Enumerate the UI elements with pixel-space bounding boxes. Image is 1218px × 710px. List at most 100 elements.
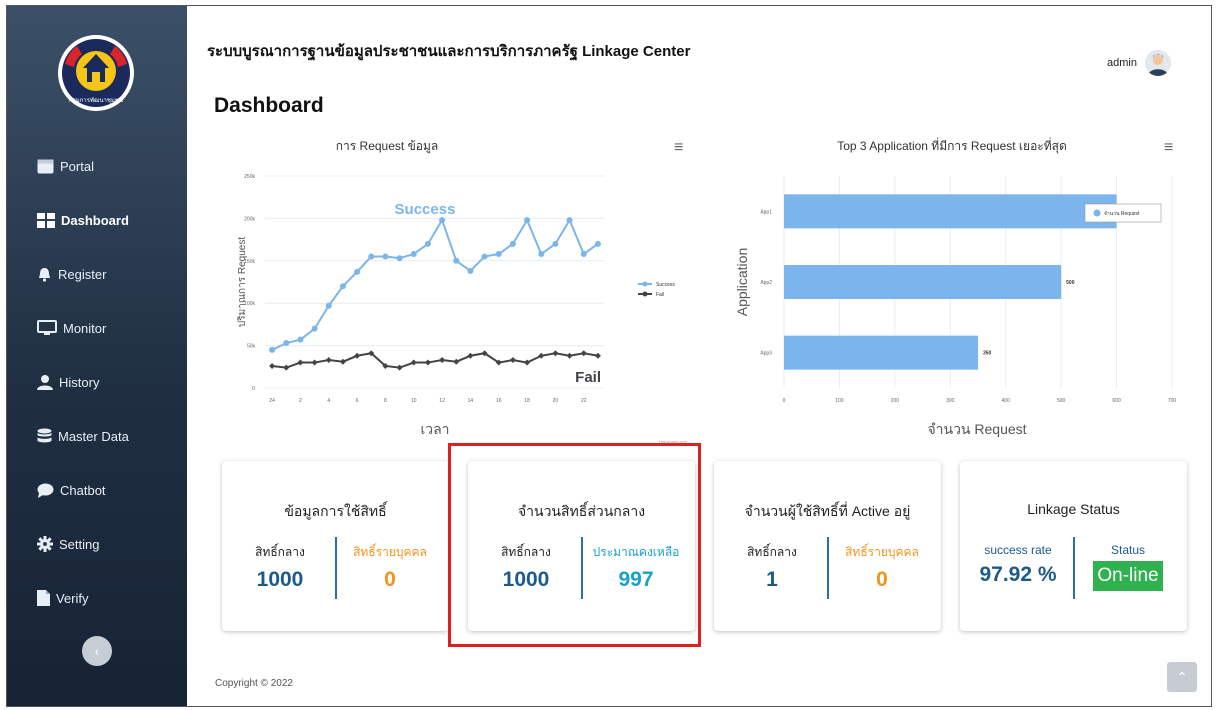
sidebar-item-label: History	[59, 374, 100, 390]
sidebar-item-setting[interactable]: Setting	[37, 532, 99, 556]
x-tick-label: 300	[946, 398, 955, 404]
data-point	[297, 336, 304, 343]
data-point	[509, 240, 516, 247]
dashboard-icon	[37, 212, 55, 228]
data-point	[339, 358, 346, 365]
app-title: ระบบบูรณาการฐานข้อมูลประชาชนและการบริการ…	[207, 43, 691, 60]
y-tick-label: 50k	[247, 344, 256, 350]
card-right-value: 0	[384, 568, 396, 591]
usage-card: ข้อมูลการใช้สิทธิ์ สิทธิ์กลาง 1000 สิทธิ์…	[222, 461, 449, 631]
sidebar-item-label: Dashboard	[61, 212, 129, 228]
sidebar-item-history[interactable]: History	[37, 370, 99, 394]
data-point	[566, 352, 573, 359]
data-point	[552, 240, 559, 247]
active-users-card: จำนวนผู้ใช้สิทธิ์ที่ Active อยู่ สิทธิ์ก…	[714, 461, 941, 631]
data-point	[580, 350, 587, 357]
data-point	[297, 359, 304, 366]
y-axis-title: ปริมาณการ Request	[237, 237, 248, 327]
data-point	[424, 240, 431, 247]
x-tick-label: 4	[327, 398, 330, 404]
legend-marker	[642, 281, 648, 287]
chart-annotation: Success	[395, 201, 456, 218]
data-point	[311, 325, 318, 332]
y-tick-label: App2	[760, 280, 772, 286]
chevron-up-icon: ⌃	[1176, 668, 1188, 685]
user-menu[interactable]: admin	[1107, 50, 1171, 76]
chart-menu-button[interactable]: ≡	[1164, 140, 1173, 156]
chart-annotation: Fail	[575, 369, 601, 386]
legend-label: จำนวน Request	[1104, 211, 1140, 217]
data-point	[495, 251, 502, 258]
data-point	[325, 357, 332, 364]
sidebar-item-label: Portal	[60, 158, 94, 174]
card-divider	[1073, 537, 1075, 599]
data-point	[368, 253, 375, 260]
sidebar-item-register[interactable]: Register	[37, 262, 106, 286]
x-tick-label: 8	[384, 398, 387, 404]
sidebar-collapse-button[interactable]: ‹	[82, 636, 112, 666]
sidebar-item-label: Monitor	[63, 320, 107, 336]
y-axis-title: Application	[734, 248, 750, 317]
bell-icon	[39, 267, 50, 282]
page-title: Dashboard	[214, 94, 324, 117]
x-tick-label: 700	[1168, 398, 1177, 404]
data-point	[467, 267, 474, 274]
sidebar-item-monitor[interactable]: Monitor	[37, 316, 106, 340]
highlight-box	[448, 443, 701, 647]
series-line-fail	[271, 352, 599, 369]
data-point	[453, 358, 460, 365]
series-line-success	[271, 217, 599, 351]
sidebar-item-label: Setting	[59, 536, 100, 552]
sidebar: กรมการพัฒนาชุมชน Portal Dashboard Regist…	[7, 6, 187, 706]
card-title: ข้อมูลการใช้สิทธิ์	[284, 503, 387, 519]
data-point	[269, 362, 276, 369]
data-point	[524, 217, 531, 224]
x-tick-label: 22	[581, 398, 587, 404]
data-point	[410, 251, 417, 258]
data-point	[552, 350, 559, 357]
data-label: 500	[1066, 280, 1075, 286]
x-axis-title: จำนวน Request	[927, 421, 1026, 437]
chart-title: การ Request ข้อมูล	[335, 139, 439, 153]
data-point	[339, 283, 346, 290]
sidebar-item-verify[interactable]: Verify	[37, 586, 89, 610]
logo: กรมการพัฒนาชุมชน	[58, 35, 134, 111]
data-point	[481, 253, 488, 260]
card-right-value: 0	[876, 568, 888, 591]
chart-title: Top 3 Application ที่มีการ Request เยอะท…	[837, 139, 1067, 153]
sidebar-item-chatbot[interactable]: Chatbot	[37, 478, 106, 502]
data-point	[538, 251, 545, 258]
data-point	[509, 357, 516, 364]
copyright: Copyright © 2022	[215, 678, 293, 689]
request-line-chart: 050k100k150k200k250k24 2 4 6 8 10 12 14 16 18 20 22…	[237, 174, 688, 444]
data-point	[354, 352, 361, 359]
x-tick-label: 10	[411, 398, 417, 404]
bar	[784, 335, 978, 370]
card-right-label: Status	[1110, 543, 1146, 557]
x-tick-label: 18	[524, 398, 530, 404]
chart-menu-button[interactable]: ≡	[674, 140, 683, 156]
card-right-label: สิทธิ์รายบุคคล	[353, 545, 427, 559]
y-tick-label: App1	[760, 209, 772, 215]
legend-label: Fail	[656, 292, 664, 298]
sidebar-item-master-data[interactable]: Master Data	[37, 424, 129, 448]
data-point	[325, 302, 332, 309]
data-point	[467, 352, 474, 359]
sidebar-item-portal[interactable]: Portal	[37, 154, 94, 178]
card-left-value: 1	[766, 568, 778, 591]
data-point	[396, 364, 403, 371]
bar	[784, 265, 1062, 299]
linkage-status-card: Linkage Status success rate 97.92 % Statu…	[960, 461, 1187, 631]
data-point	[410, 359, 417, 366]
data-point	[311, 359, 318, 366]
data-point	[354, 268, 361, 275]
data-point	[269, 346, 276, 353]
user-icon	[37, 374, 53, 390]
card-left-label: สิทธิ์กลาง	[255, 545, 305, 559]
data-point	[594, 352, 601, 359]
sidebar-item-dashboard[interactable]: Dashboard	[37, 208, 129, 232]
legend-label: Success	[656, 282, 675, 288]
x-tick-label: 14	[468, 398, 474, 404]
legend-marker	[642, 291, 648, 297]
scroll-to-top-button[interactable]: ⌃	[1167, 662, 1197, 692]
